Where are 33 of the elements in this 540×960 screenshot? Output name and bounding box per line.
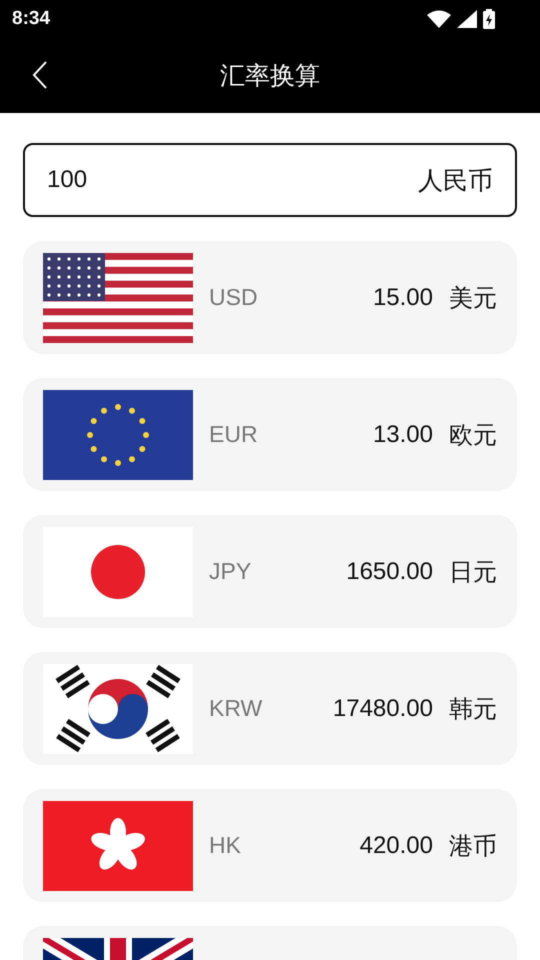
currency-card[interactable]: KRW 17480.00 韩元 [23, 652, 517, 765]
currency-code: JPY [209, 558, 252, 585]
flag-icon [43, 390, 193, 480]
converted-amount: 1650.00 [346, 558, 433, 586]
currency-card[interactable]: HK 420.00 港币 [23, 789, 517, 902]
currency-name: 韩元 [449, 694, 497, 724]
currency-label: 人民币 [418, 164, 493, 196]
flag-icon [43, 800, 193, 890]
signal-icon [457, 10, 477, 28]
page-title: 汇率换算 [220, 60, 320, 92]
currency-code: USD [209, 284, 258, 311]
converted-amount: 15.00 [372, 284, 433, 312]
currency-card[interactable]: USD 15.00 美元 [23, 241, 517, 354]
flag-icon [43, 526, 193, 616]
currency-name: 日元 [449, 556, 497, 588]
back-icon [32, 61, 48, 89]
converted-amount: 13.00 [372, 420, 433, 448]
battery-icon [483, 8, 495, 28]
currency-name: 美元 [449, 282, 497, 314]
flag-icon [43, 252, 193, 342]
converted-amount: 420.00 [360, 832, 433, 860]
wifi-icon [427, 10, 451, 28]
currency-card[interactable]: EUR 13.00 欧元 [23, 378, 517, 491]
currency-code: EUR [209, 421, 258, 448]
currency-name: 港币 [449, 830, 497, 862]
converted-amount: 17480.00 [332, 694, 433, 722]
currency-name: 欧元 [449, 420, 497, 450]
flag-icon [43, 664, 193, 754]
status-time: 8:34 [12, 8, 50, 30]
currency-code: KRW [209, 695, 262, 722]
currency-code: HK [209, 832, 241, 859]
amount-field[interactable]: 100 人民币 [23, 143, 517, 217]
currency-card[interactable]: JPY 1650.00 日元 [23, 515, 517, 628]
